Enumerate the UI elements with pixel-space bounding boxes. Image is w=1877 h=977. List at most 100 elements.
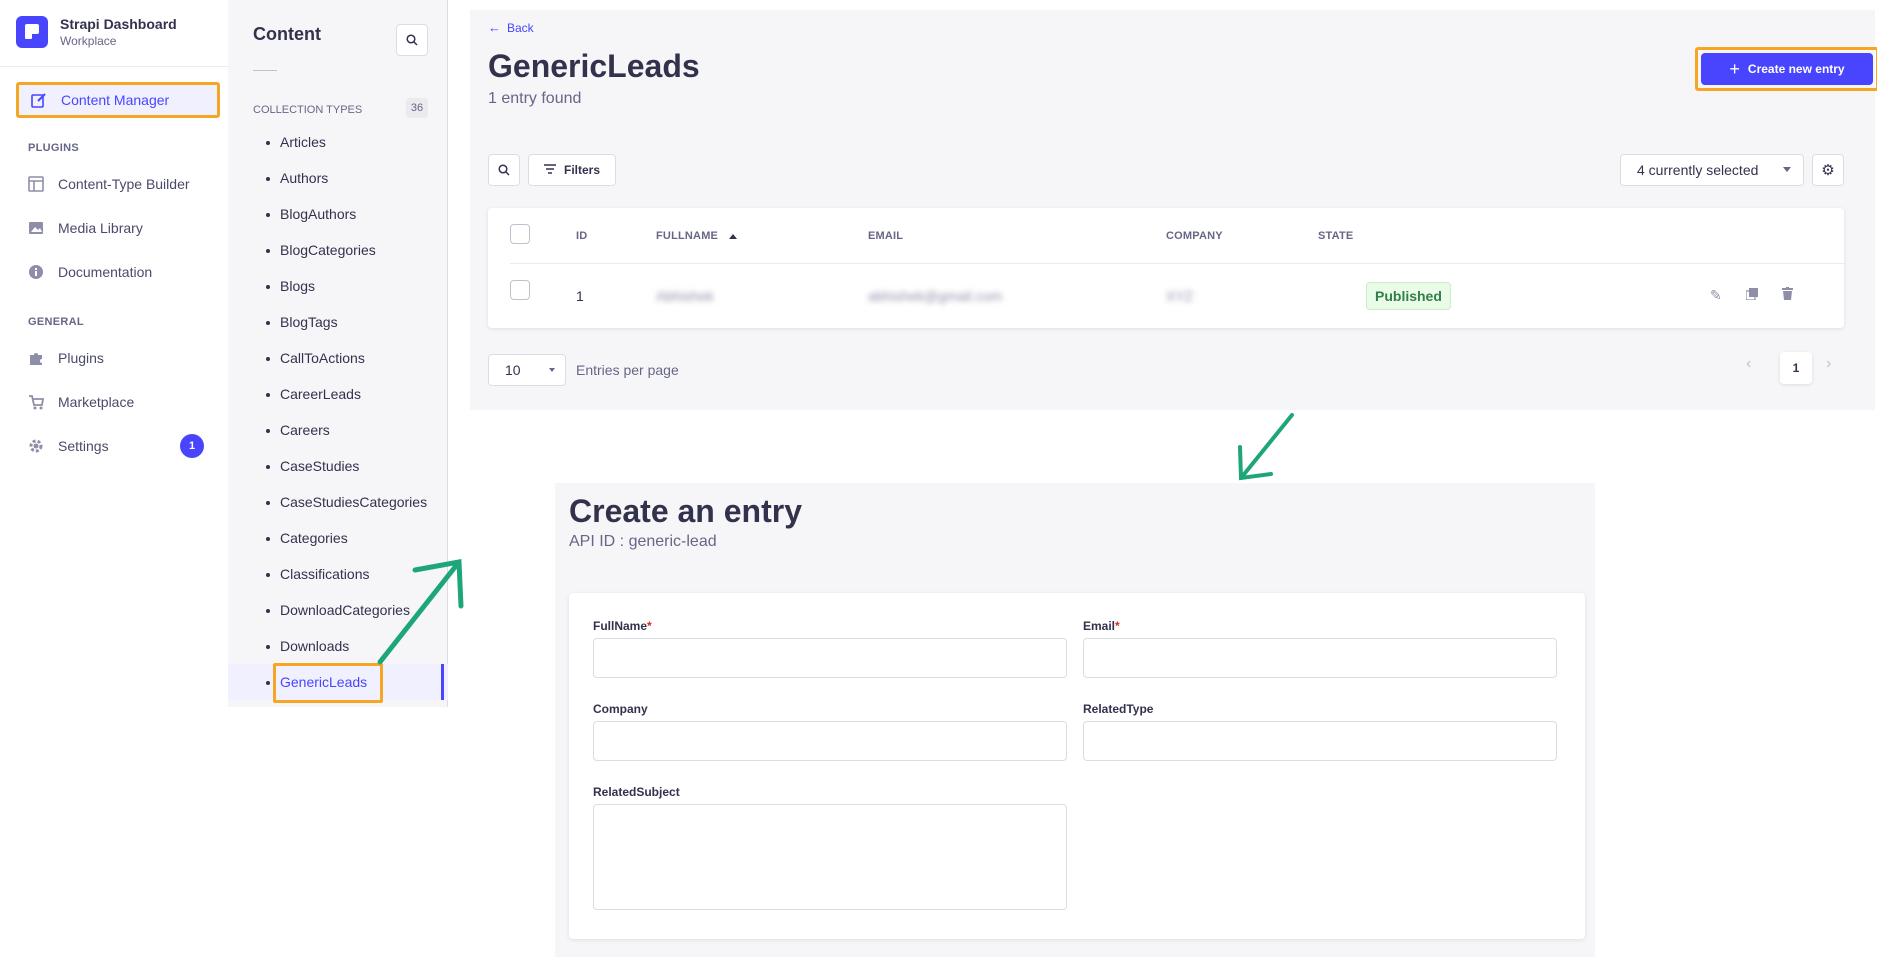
trash-icon[interactable]	[1782, 287, 1793, 303]
duplicate-icon[interactable]	[1745, 287, 1758, 303]
collection-item[interactable]: Articles	[228, 124, 448, 160]
table-settings-button[interactable]: ⚙	[1812, 154, 1844, 186]
main-navigation: Strapi Dashboard Workplace Content Manag…	[0, 0, 228, 710]
nav-label: Documentation	[58, 264, 153, 280]
nav-media-library[interactable]: Media Library	[16, 210, 220, 246]
collection-item[interactable]: Classifications	[228, 556, 448, 592]
section-general: GENERAL	[28, 316, 84, 328]
collection-item[interactable]: BlogCategories	[228, 232, 448, 268]
chevron-left-icon[interactable]: ‹	[1746, 355, 1751, 373]
highlight-box	[273, 663, 383, 703]
sort-asc-icon	[729, 233, 738, 239]
cell-email: abhishek@gmail.com	[868, 288, 1003, 304]
nav-label: Plugins	[58, 350, 104, 366]
header-id[interactable]: ID	[576, 230, 587, 242]
create-entry-title: Create an entry	[569, 493, 802, 529]
related-type-label: RelatedType	[1083, 702, 1154, 716]
brand[interactable]: Strapi Dashboard Workplace	[16, 16, 177, 48]
collection-types-list: Articles Authors BlogAuthors BlogCategor…	[228, 124, 448, 703]
collection-item[interactable]: BlogTags	[228, 304, 448, 340]
list-view-panel: ← Back GenericLeads 1 entry found + Crea…	[470, 10, 1877, 410]
related-subject-textarea[interactable]	[593, 804, 1067, 910]
nav-documentation[interactable]: Documentation	[16, 254, 220, 290]
cell-company: XYZ	[1166, 288, 1194, 304]
notification-badge: 1	[180, 434, 204, 458]
image-icon	[28, 220, 44, 236]
collection-item[interactable]: DownloadCategories	[228, 592, 448, 628]
table-search-button[interactable]	[488, 154, 520, 186]
company-field[interactable]	[593, 721, 1067, 761]
arrow-down-left-icon	[1238, 413, 1294, 481]
pencil-icon	[31, 92, 47, 108]
nav-label: Media Library	[58, 220, 143, 236]
email-field[interactable]	[1083, 638, 1557, 678]
collection-item[interactable]: CallToActions	[228, 340, 448, 376]
collection-item-genericleads[interactable]: GenericLeads	[228, 663, 448, 703]
header-email[interactable]: EMAIL	[868, 230, 903, 242]
nav-settings[interactable]: Settings 1	[16, 428, 220, 464]
collection-item[interactable]: Authors	[228, 160, 448, 196]
collection-item[interactable]: Careers	[228, 412, 448, 448]
collection-item[interactable]: CaseStudies	[228, 448, 448, 484]
subnav-search-button[interactable]	[396, 24, 428, 56]
collection-item[interactable]: Downloads	[228, 628, 448, 664]
collection-types-header: COLLECTION TYPES	[253, 104, 363, 116]
collection-item[interactable]: BlogAuthors	[228, 196, 448, 232]
related-subject-label: RelatedSubject	[593, 785, 680, 799]
entries-table: ID FULLNAME EMAIL COMPANY STATE 1 Abhish…	[488, 208, 1844, 328]
related-type-field[interactable]	[1083, 721, 1557, 761]
back-link[interactable]: ← Back	[488, 20, 534, 35]
select-all-checkbox[interactable]	[510, 224, 530, 244]
arrow-left-icon: ←	[488, 20, 501, 35]
caret-down-icon	[1783, 167, 1791, 172]
nav-label: Marketplace	[58, 394, 135, 410]
create-entry-panel: Create an entry API ID : generic-lead Fu…	[555, 483, 1595, 957]
divider	[253, 70, 277, 71]
status-badge: Published	[1366, 282, 1451, 310]
fullname-label: FullName*	[593, 619, 652, 633]
header-company[interactable]: COMPANY	[1166, 230, 1223, 242]
gear-icon	[28, 438, 44, 454]
brand-subtitle: Workplace	[60, 34, 117, 48]
chevron-right-icon[interactable]: ›	[1826, 355, 1831, 373]
create-new-entry-button[interactable]: + Create new entry	[1701, 53, 1873, 85]
collection-item[interactable]: Categories	[228, 520, 448, 556]
nav-label: Content-Type Builder	[58, 176, 190, 192]
active-indicator	[441, 664, 444, 700]
nav-plugins[interactable]: Plugins	[16, 340, 220, 376]
nav-content-manager[interactable]: Content Manager	[16, 82, 220, 118]
company-label: Company	[593, 702, 648, 716]
gear-icon: ⚙	[1821, 162, 1835, 179]
section-plugins: PLUGINS	[28, 142, 79, 154]
entry-count: 1 entry found	[488, 90, 582, 107]
header-fullname[interactable]: FULLNAME	[656, 230, 738, 242]
cart-icon	[28, 394, 44, 410]
brand-title: Strapi Dashboard	[60, 16, 177, 32]
edit-icon[interactable]: ✎	[1710, 287, 1722, 304]
collection-item[interactable]: Blogs	[228, 268, 448, 304]
search-icon	[498, 164, 510, 176]
email-label: Email*	[1083, 619, 1120, 633]
nav-content-type-builder[interactable]: Content-Type Builder	[16, 166, 220, 202]
filters-button[interactable]: Filters	[528, 154, 616, 186]
per-page-label: Entries per page	[576, 362, 679, 378]
columns-select[interactable]: 4 currently selected	[1620, 154, 1804, 186]
layout-icon	[28, 176, 44, 192]
nav-marketplace[interactable]: Marketplace	[16, 384, 220, 420]
collection-types-count: 36	[406, 98, 428, 118]
collection-item[interactable]: CaseStudiesCategories	[228, 484, 448, 520]
row-checkbox[interactable]	[510, 280, 530, 300]
fullname-field[interactable]	[593, 638, 1067, 678]
subnav-title: Content	[253, 24, 321, 44]
nav-label: Settings	[58, 438, 109, 454]
cell-fullname: Abhishek	[656, 288, 714, 304]
caret-down-icon	[549, 368, 555, 372]
pagination-current-page[interactable]: 1	[1780, 352, 1812, 384]
collection-item[interactable]: CareerLeads	[228, 376, 448, 412]
per-page-select[interactable]: 10	[488, 354, 566, 386]
divider	[0, 66, 228, 67]
divider	[510, 263, 1844, 264]
page-title: GenericLeads	[488, 48, 700, 84]
search-icon	[406, 34, 418, 46]
header-state[interactable]: STATE	[1318, 230, 1353, 242]
